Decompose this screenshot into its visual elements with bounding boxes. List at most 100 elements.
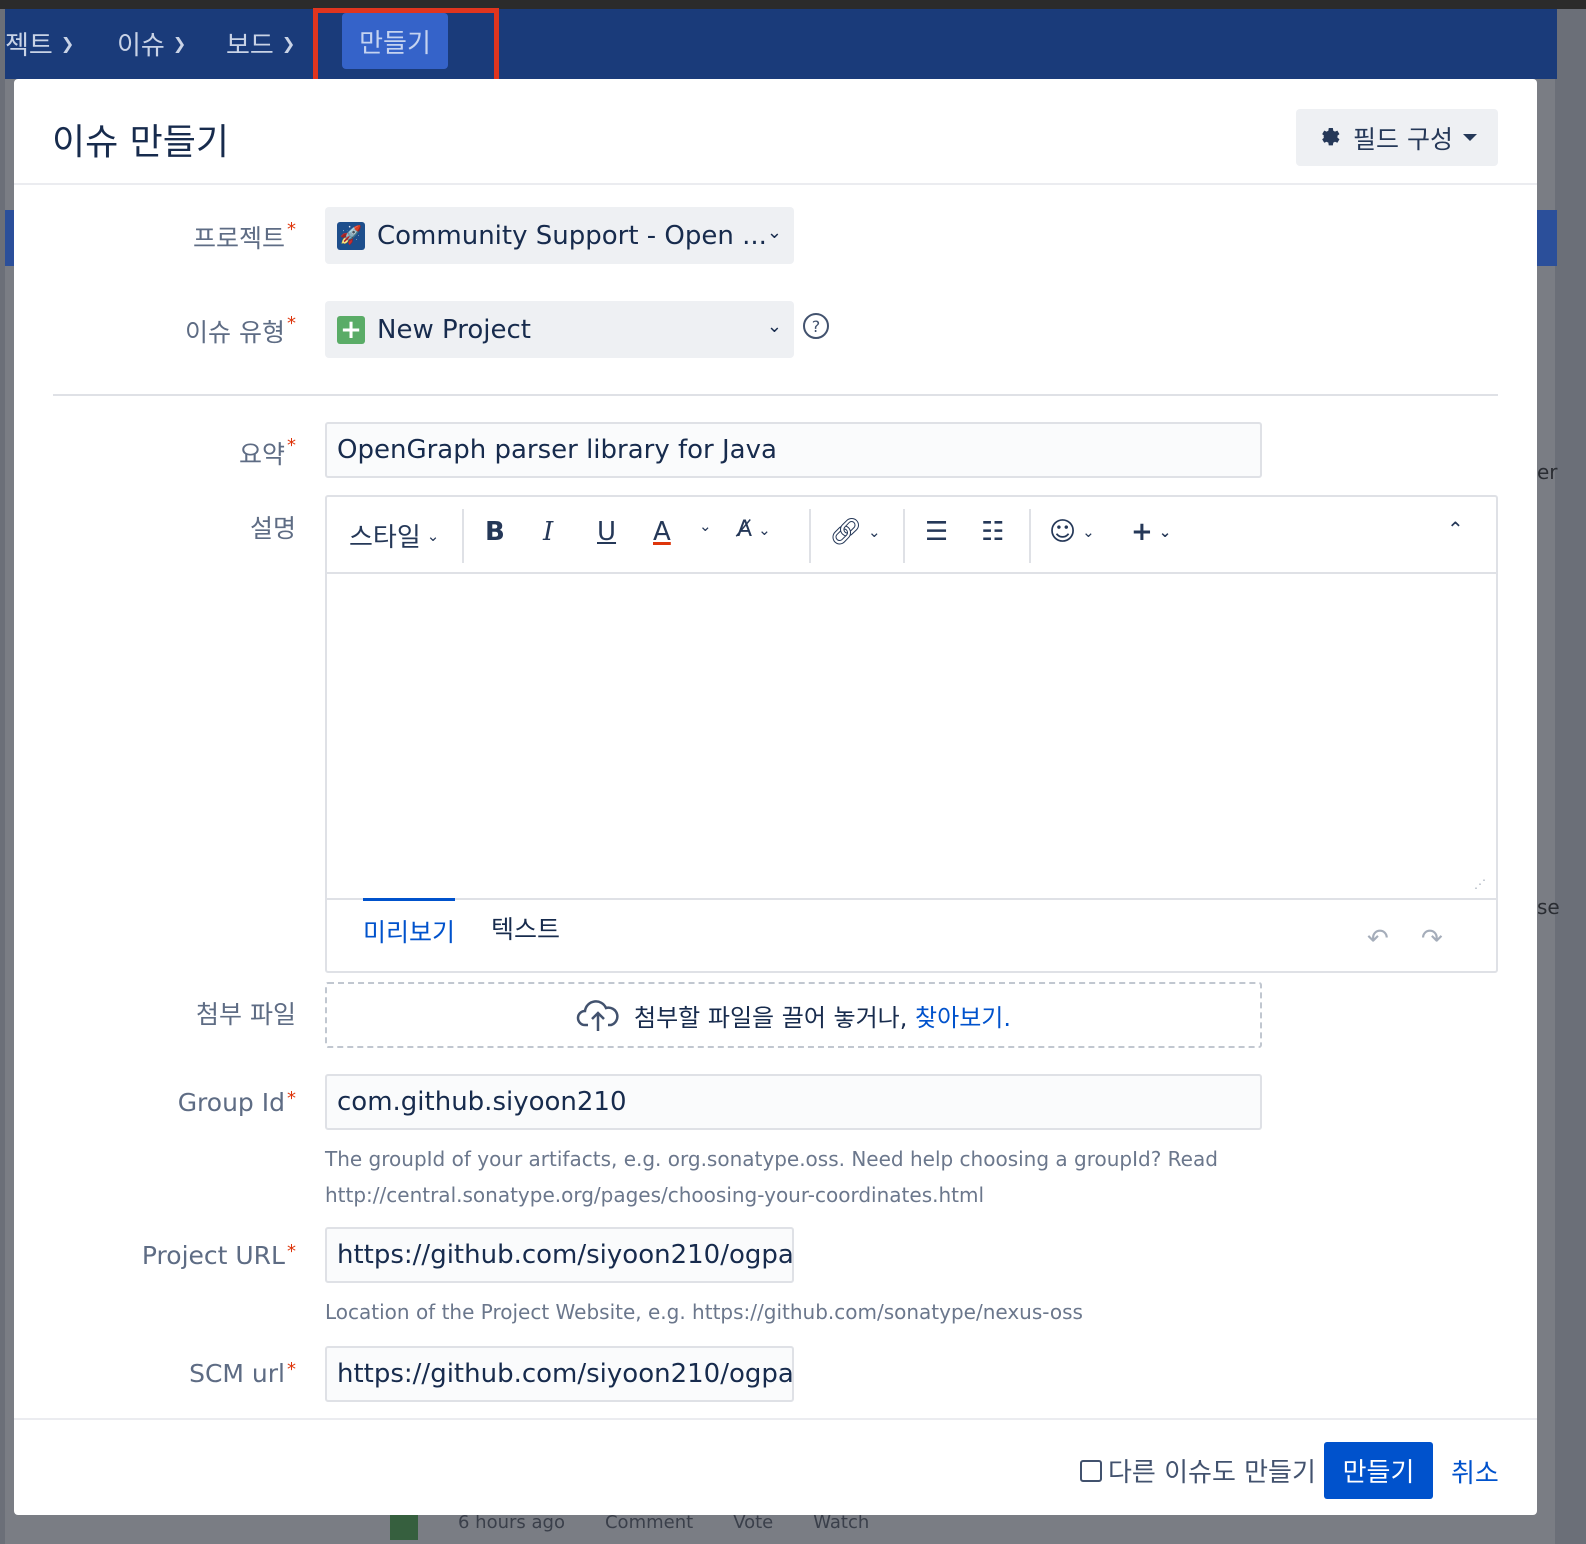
section-divider <box>53 394 1498 396</box>
description-editor: 스타일 ⌄ B I U A ⌄ A̸ ⌄ 🔗︎ ⌄ ☰ ☷ ☺ ⌄ + ⌄ ⌃ … <box>325 495 1498 973</box>
project-label: 프로젝트 * <box>193 219 296 255</box>
chevron-down-icon: ⌄ <box>1158 523 1172 541</box>
project-url-label: Project URL * <box>142 1241 296 1270</box>
emoji-button[interactable]: ☺ ⌄ <box>1049 517 1095 547</box>
underline-button[interactable]: U <box>597 517 616 547</box>
issue-type-label-text: 이슈 유형 <box>185 318 285 347</box>
text-color-dropdown[interactable]: ⌄ <box>699 517 712 535</box>
project-select-value: Community Support - Open ... <box>377 220 767 251</box>
attachment-drop-zone[interactable]: 첨부할 파일을 끌어 놓거나, 찾아보기. <box>325 982 1262 1048</box>
gear-icon <box>1322 127 1340 145</box>
required-marker: * <box>287 435 296 456</box>
italic-button[interactable]: I <box>543 517 553 547</box>
insert-more-button[interactable]: + ⌄ <box>1131 517 1171 547</box>
emoji-icon: ☺ <box>1049 517 1077 547</box>
resize-handle-icon[interactable]: ⋰ <box>1474 877 1490 893</box>
project-url-input[interactable]: https://github.com/siyoon210/ogparse <box>325 1227 794 1283</box>
activity-time: 6 hours ago <box>458 1512 565 1533</box>
chevron-down-icon: ⌄ <box>766 316 782 337</box>
window-top-strip <box>0 0 1586 9</box>
summary-input[interactable]: OpenGraph parser library for Java <box>325 422 1262 478</box>
browse-files-link[interactable]: 찾아보기. <box>915 1004 1011 1032</box>
required-marker: * <box>287 1241 296 1262</box>
plus-icon: + <box>1131 517 1153 547</box>
group-id-input[interactable]: com.github.siyoon210 <box>325 1074 1262 1130</box>
text-style-dropdown[interactable]: 스타일 ⌄ <box>349 517 439 554</box>
redo-icon[interactable]: ↷ <box>1421 924 1443 954</box>
activity-vote-link[interactable]: Vote <box>733 1512 773 1540</box>
dialog-header: 이슈 만들기 필드 구성 <box>14 79 1537 185</box>
background-text-fragment: er <box>1537 460 1558 484</box>
toolbar-separator <box>809 509 811 563</box>
nav-projects-menu[interactable]: 젝트 ❯ <box>5 25 74 62</box>
rocket-icon: 🚀 <box>337 221 365 250</box>
text-color-button[interactable]: A <box>653 517 671 547</box>
chevron-down-icon: ⌄ <box>766 222 782 243</box>
chevron-down-icon: ⌄ <box>699 517 712 535</box>
issue-type-select[interactable]: + New Project ⌄ <box>325 301 794 358</box>
activity-icon <box>390 1512 418 1540</box>
dialog-title: 이슈 만들기 <box>52 122 230 163</box>
chevron-down-icon: ❯ <box>172 34 187 53</box>
numbered-list-button[interactable]: ☷ <box>981 517 1004 547</box>
link-icon: 🔗︎ <box>829 517 863 547</box>
create-button[interactable]: 만들기 <box>1324 1442 1433 1499</box>
caret-down-icon <box>1462 134 1477 141</box>
chevron-down-icon: ❯ <box>60 34 75 53</box>
group-id-help: The groupId of your artifacts, e.g. org.… <box>325 1141 1218 1213</box>
create-another-option[interactable]: 다른 이슈도 만들기 <box>1080 1452 1316 1489</box>
highlight-annotation-box <box>313 8 499 88</box>
create-another-label: 다른 이슈도 만들기 <box>1108 1458 1316 1488</box>
plus-icon: + <box>337 315 365 345</box>
tab-preview[interactable]: 미리보기 <box>363 898 456 957</box>
collapse-toolbar-button[interactable]: ⌃ <box>1447 517 1464 541</box>
drop-zone-instruction: 첨부할 파일을 끌어 놓거나, <box>634 1003 908 1032</box>
group-id-label: Group Id * <box>178 1088 296 1117</box>
undo-icon[interactable]: ↶ <box>1367 924 1389 954</box>
required-marker: * <box>287 313 296 334</box>
bullet-list-button[interactable]: ☰ <box>925 517 948 547</box>
nav-boards-menu[interactable]: 보드 ❯ <box>226 25 295 62</box>
group-id-help-line1: The groupId of your artifacts, e.g. org.… <box>325 1147 1218 1171</box>
drop-zone-text: 첨부할 파일을 끌어 놓거나, 찾아보기. <box>634 998 1011 1033</box>
nav-boards-label: 보드 <box>226 31 274 61</box>
activity-watch-link[interactable]: Watch <box>813 1512 869 1540</box>
group-id-help-line2: http://central.sonatype.org/pages/choosi… <box>325 1183 985 1207</box>
background-text-fragment: se <box>1537 895 1560 919</box>
group-id-label-text: Group Id <box>177 1088 285 1117</box>
scm-url-label: SCM url * <box>189 1359 296 1388</box>
dialog-footer: 다른 이슈도 만들기 만들기 취소 <box>14 1418 1537 1515</box>
summary-label-text: 요약 <box>238 440 285 469</box>
tab-text[interactable]: 텍스트 <box>491 910 560 954</box>
toolbar-separator <box>903 509 905 563</box>
nav-issues-menu[interactable]: 이슈 ❯ <box>117 25 186 62</box>
nav-issues-label: 이슈 <box>117 31 165 61</box>
toolbar-separator <box>462 509 464 563</box>
chevron-down-icon: ⌄ <box>868 523 881 541</box>
create-another-checkbox[interactable] <box>1080 1459 1102 1482</box>
issue-type-select-value: New Project <box>377 314 531 345</box>
double-chevron-up-icon: ⌃ <box>1447 517 1464 541</box>
cancel-link[interactable]: 취소 <box>1451 1453 1499 1490</box>
cloud-upload-icon <box>576 1000 619 1031</box>
configure-fields-button[interactable]: 필드 구성 <box>1296 109 1498 166</box>
nav-projects-label: 젝트 <box>5 31 53 61</box>
chevron-down-icon: ⌄ <box>426 526 440 545</box>
top-navigation-bar: 젝트 ❯ 이슈 ❯ 보드 ❯ 만들기 <box>5 9 1557 79</box>
project-select[interactable]: 🚀 Community Support - Open ... ⌄ <box>325 207 794 264</box>
required-marker: * <box>287 1359 296 1380</box>
activity-comment-link[interactable]: Comment <box>605 1512 693 1540</box>
chevron-down-icon: ❯ <box>281 34 296 53</box>
scm-url-label-text: SCM url <box>189 1359 285 1388</box>
bullet-list-icon: ☰ <box>925 517 949 547</box>
chevron-down-icon: ⌄ <box>758 520 771 539</box>
summary-label: 요약 * <box>239 435 296 471</box>
project-label-text: 프로젝트 <box>192 224 285 253</box>
chevron-down-icon: ⌄ <box>1082 523 1095 541</box>
scm-url-input[interactable]: https://github.com/siyoon210/ogparse <box>325 1346 794 1402</box>
numbered-list-icon: ☷ <box>981 517 1005 547</box>
more-formatting-button[interactable]: A̸ ⌄ <box>737 517 771 542</box>
help-icon[interactable]: ? <box>803 313 829 339</box>
bold-button[interactable]: B <box>485 517 505 547</box>
insert-link-button[interactable]: 🔗︎ ⌄ <box>829 517 881 547</box>
